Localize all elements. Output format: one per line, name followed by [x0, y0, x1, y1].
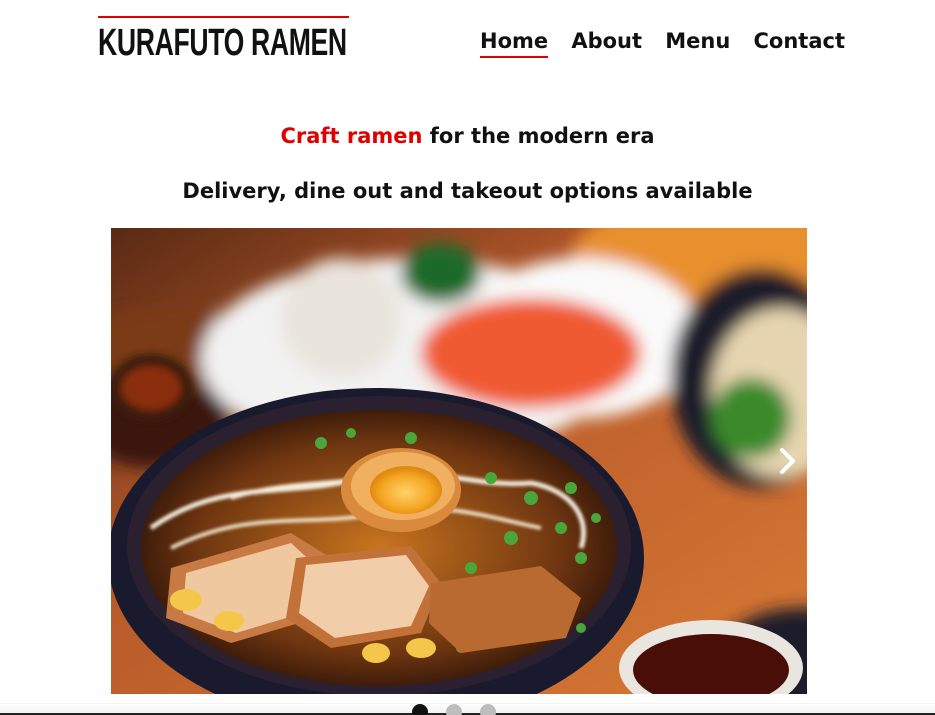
logo-text: KURAFUTO RAMEN [98, 22, 347, 64]
page: KURAFUTO RAMEN Home About Menu Contact C… [0, 0, 935, 715]
nav-link-home[interactable]: Home [480, 26, 549, 58]
chevron-right-icon [780, 448, 795, 474]
logo[interactable]: KURAFUTO RAMEN [98, 16, 349, 63]
main-nav: Home About Menu Contact [480, 26, 846, 58]
hero-subline: Delivery, dine out and takeout options a… [182, 179, 753, 203]
nav-link-about[interactable]: About [571, 26, 642, 56]
hero-headline-rest: for the modern era [422, 124, 655, 148]
hero-headline-accent: Craft ramen [280, 124, 423, 148]
image-carousel [111, 228, 807, 694]
carousel-dots [412, 704, 496, 715]
carousel-dot-2[interactable] [446, 704, 462, 715]
carousel-next-button[interactable] [775, 443, 801, 479]
hero-headline: Craft ramen for the modern era [0, 121, 935, 151]
nav-link-menu[interactable]: Menu [665, 26, 730, 56]
logo-accent-bar [98, 16, 349, 18]
carousel-dot-3[interactable] [480, 704, 496, 715]
carousel-dot-1[interactable] [412, 704, 428, 715]
nav-link-contact[interactable]: Contact [754, 26, 846, 56]
ramen-bowl-photo [111, 228, 807, 694]
